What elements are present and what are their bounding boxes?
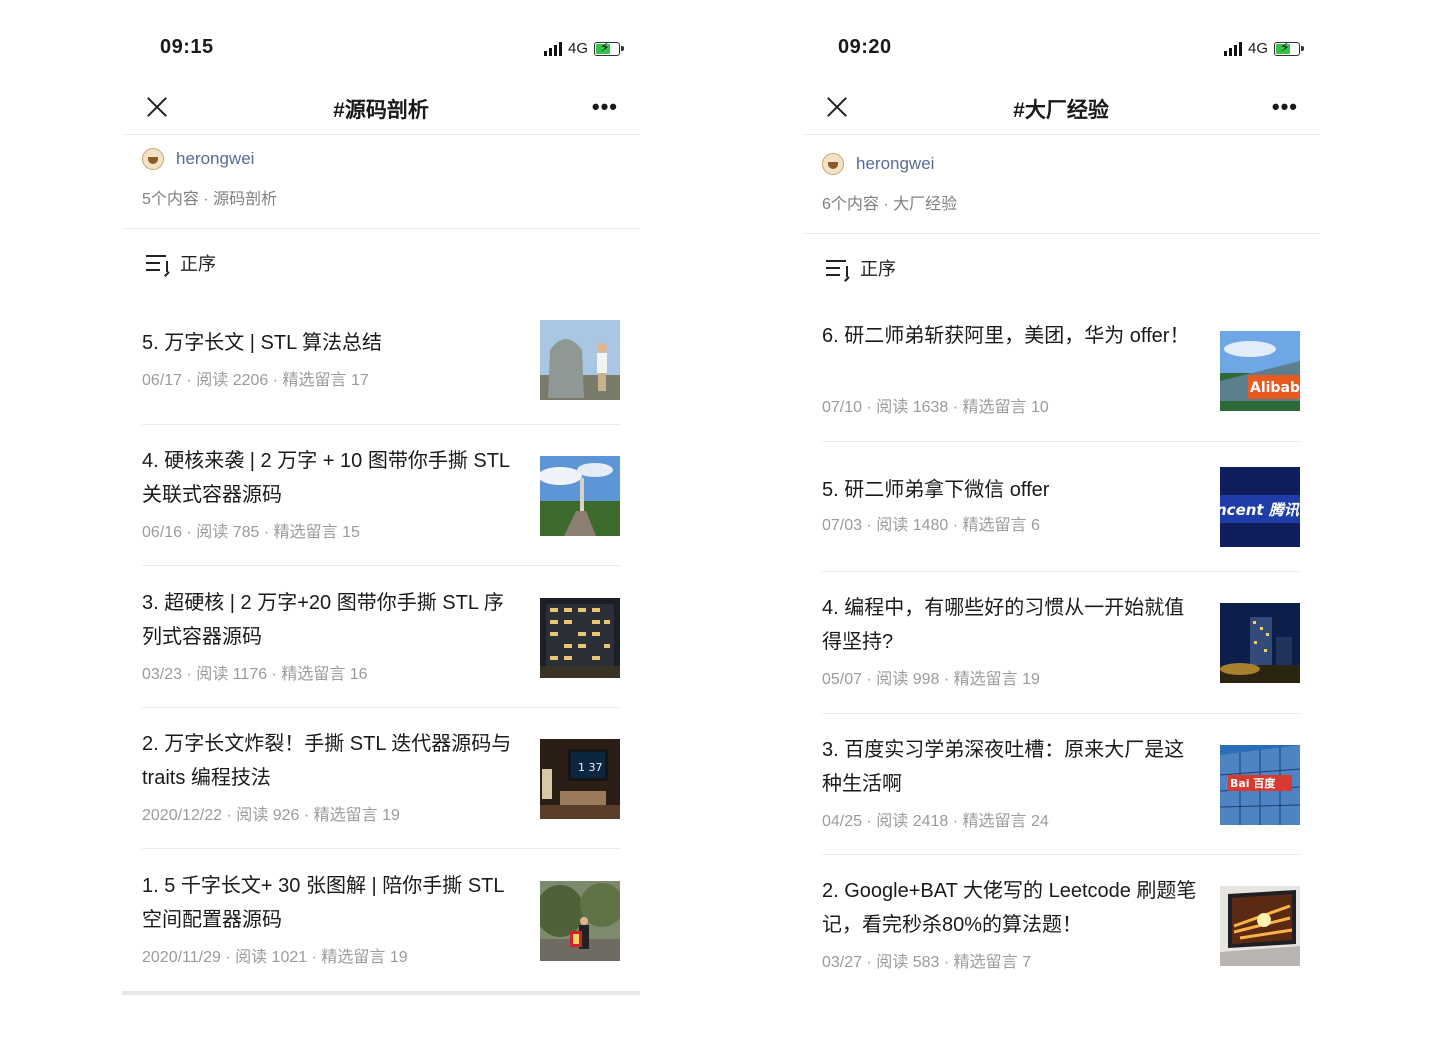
divider [142,848,620,849]
divider [822,713,1300,714]
divider [822,441,1300,442]
more-icon[interactable]: ••• [592,94,618,120]
status-time: 09:20 [838,36,892,58]
article-thumbnail: 1 37 [540,739,620,819]
article-title: 5. 万字长文 | STL 算法总结 [142,332,383,354]
list-item[interactable]: 3. 超硬核 | 2 万字+20 图带你手撕 STL 序列式容器源码 03/23… [142,586,620,686]
divider [142,565,620,566]
article-thumbnail: Bai 百度 [1220,745,1300,825]
list-item[interactable]: 4. 编程中，有哪些好的习惯从一开始就值得坚持? 05/07 · 阅读 998 … [822,591,1300,691]
divider [142,707,620,708]
author-row[interactable]: herongwei [142,148,254,170]
thumb-text: Alibaba [1250,380,1300,396]
thumb-text: ncent 腾讯 [1220,501,1300,519]
article-thumbnail [1220,603,1300,683]
battery-icon: ⚡ [594,40,624,56]
page-title: #大厂经验 [1013,99,1109,122]
article-info: 05/07 · 阅读 998 · 精选留言 19 [822,671,1040,688]
signal-icon [1223,41,1242,56]
list-item[interactable]: 1. 5 千字长文+ 30 张图解 | 陪你手撕 STL 空间配置器源码 202… [142,869,620,969]
nav-bar: #大厂经验 ••• [802,84,1320,135]
article-title: 1. 5 千字长文+ 30 张图解 | 陪你手撕 STL 空间配置器源码 [142,875,504,931]
article-title: 5. 研二师弟拿下微信 offer [822,479,1050,501]
article-thumbnail [1220,886,1300,966]
status-bar: 09:20 4G ⚡ [802,36,1320,66]
divider [822,571,1300,572]
right-screen: 09:20 4G ⚡ #大厂经验 ••• herongwei 6个内容 · 大厂… [802,0,1320,1052]
article-info: 06/17 · 阅读 2206 · 精选留言 17 [142,372,369,389]
more-icon[interactable]: ••• [1272,94,1298,120]
author-name: herongwei [176,149,255,168]
list-item[interactable]: 2. Google+BAT 大佬写的 Leetcode 刷题笔记，看完秒杀80%… [822,874,1300,974]
sort-icon [146,254,168,272]
article-title: 2. Google+BAT 大佬写的 Leetcode 刷题笔记，看完秒杀80%… [822,880,1197,936]
nav-bar: #源码剖析 ••• [122,84,640,135]
page-title: #源码剖析 [333,99,429,122]
article-title: 3. 百度实习学弟深夜吐槽：原来大厂是这种生活啊 [822,739,1185,795]
bottom-edge [122,991,640,995]
collection-meta: 5个内容 · 源码剖析 [142,191,278,208]
article-thumbnail: ncent 腾讯 [1220,467,1300,547]
article-info: 07/03 · 阅读 1480 · 精选留言 6 [822,517,1040,534]
list-item[interactable]: 4. 硬核来袭 | 2 万字 + 10 图带你手撕 STL 关联式容器源码 06… [142,444,620,544]
article-thumbnail [540,881,620,961]
battery-icon: ⚡ [1274,40,1304,56]
list-item[interactable]: 6. 研二师弟斩获阿里，美团，华为 offer！ 07/10 · 阅读 1638… [822,319,1300,429]
network-label: 4G [567,40,588,57]
list-item[interactable]: 5. 万字长文 | STL 算法总结 06/17 · 阅读 2206 · 精选留… [142,320,620,400]
status-time: 09:15 [160,36,214,58]
list-item[interactable]: 3. 百度实习学弟深夜吐槽：原来大厂是这种生活啊 04/25 · 阅读 2418… [822,733,1300,833]
collection-meta: 6个内容 · 大厂经验 [822,196,958,213]
divider [822,854,1300,855]
avatar [822,153,844,175]
list-item[interactable]: 2. 万字长文炸裂！手撕 STL 迭代器源码与 traits 编程技法 2020… [142,727,620,827]
svg-text:1 37: 1 37 [578,761,603,774]
article-info: 03/27 · 阅读 583 · 精选留言 7 [822,954,1031,971]
article-thumbnail [540,320,620,400]
article-info: 06/16 · 阅读 785 · 精选留言 15 [142,524,360,541]
sort-label: 正序 [860,259,896,279]
article-thumbnail: Alibaba [1220,331,1300,411]
status-bar: 09:15 4G ⚡ [122,36,640,66]
article-thumbnail [540,456,620,536]
article-thumbnail [540,598,620,678]
article-info: 04/25 · 阅读 2418 · 精选留言 24 [822,813,1049,830]
sort-button[interactable]: 正序 [146,250,216,276]
author-name: herongwei [856,154,935,173]
article-info: 2020/12/22 · 阅读 926 · 精选留言 19 [142,807,400,824]
sort-label: 正序 [180,254,216,274]
avatar [142,148,164,170]
divider [122,228,640,229]
author-row[interactable]: herongwei [822,153,934,175]
thumb-text: Bai 百度 [1230,776,1276,790]
article-title: 6. 研二师弟斩获阿里，美团，华为 offer！ [822,325,1190,347]
left-screen: 09:15 4G ⚡ #源码剖析 ••• herongwei 5个内容 · 源码… [122,0,640,1052]
article-title: 4. 编程中，有哪些好的习惯从一开始就值得坚持? [822,597,1185,653]
divider [142,424,620,425]
divider [802,233,1320,234]
article-title: 4. 硬核来袭 | 2 万字 + 10 图带你手撕 STL 关联式容器源码 [142,450,510,506]
network-label: 4G [1247,40,1268,57]
article-info: 07/10 · 阅读 1638 · 精选留言 10 [822,399,1049,416]
sort-button[interactable]: 正序 [826,255,896,281]
article-info: 2020/11/29 · 阅读 1021 · 精选留言 19 [142,949,408,966]
article-title: 3. 超硬核 | 2 万字+20 图带你手撕 STL 序列式容器源码 [142,592,504,648]
article-title: 2. 万字长文炸裂！手撕 STL 迭代器源码与 traits 编程技法 [142,733,512,789]
sort-icon [826,259,848,277]
article-info: 03/23 · 阅读 1176 · 精选留言 16 [142,666,368,683]
list-item[interactable]: 5. 研二师弟拿下微信 offer 07/03 · 阅读 1480 · 精选留言… [822,467,1300,547]
signal-icon [543,41,562,56]
